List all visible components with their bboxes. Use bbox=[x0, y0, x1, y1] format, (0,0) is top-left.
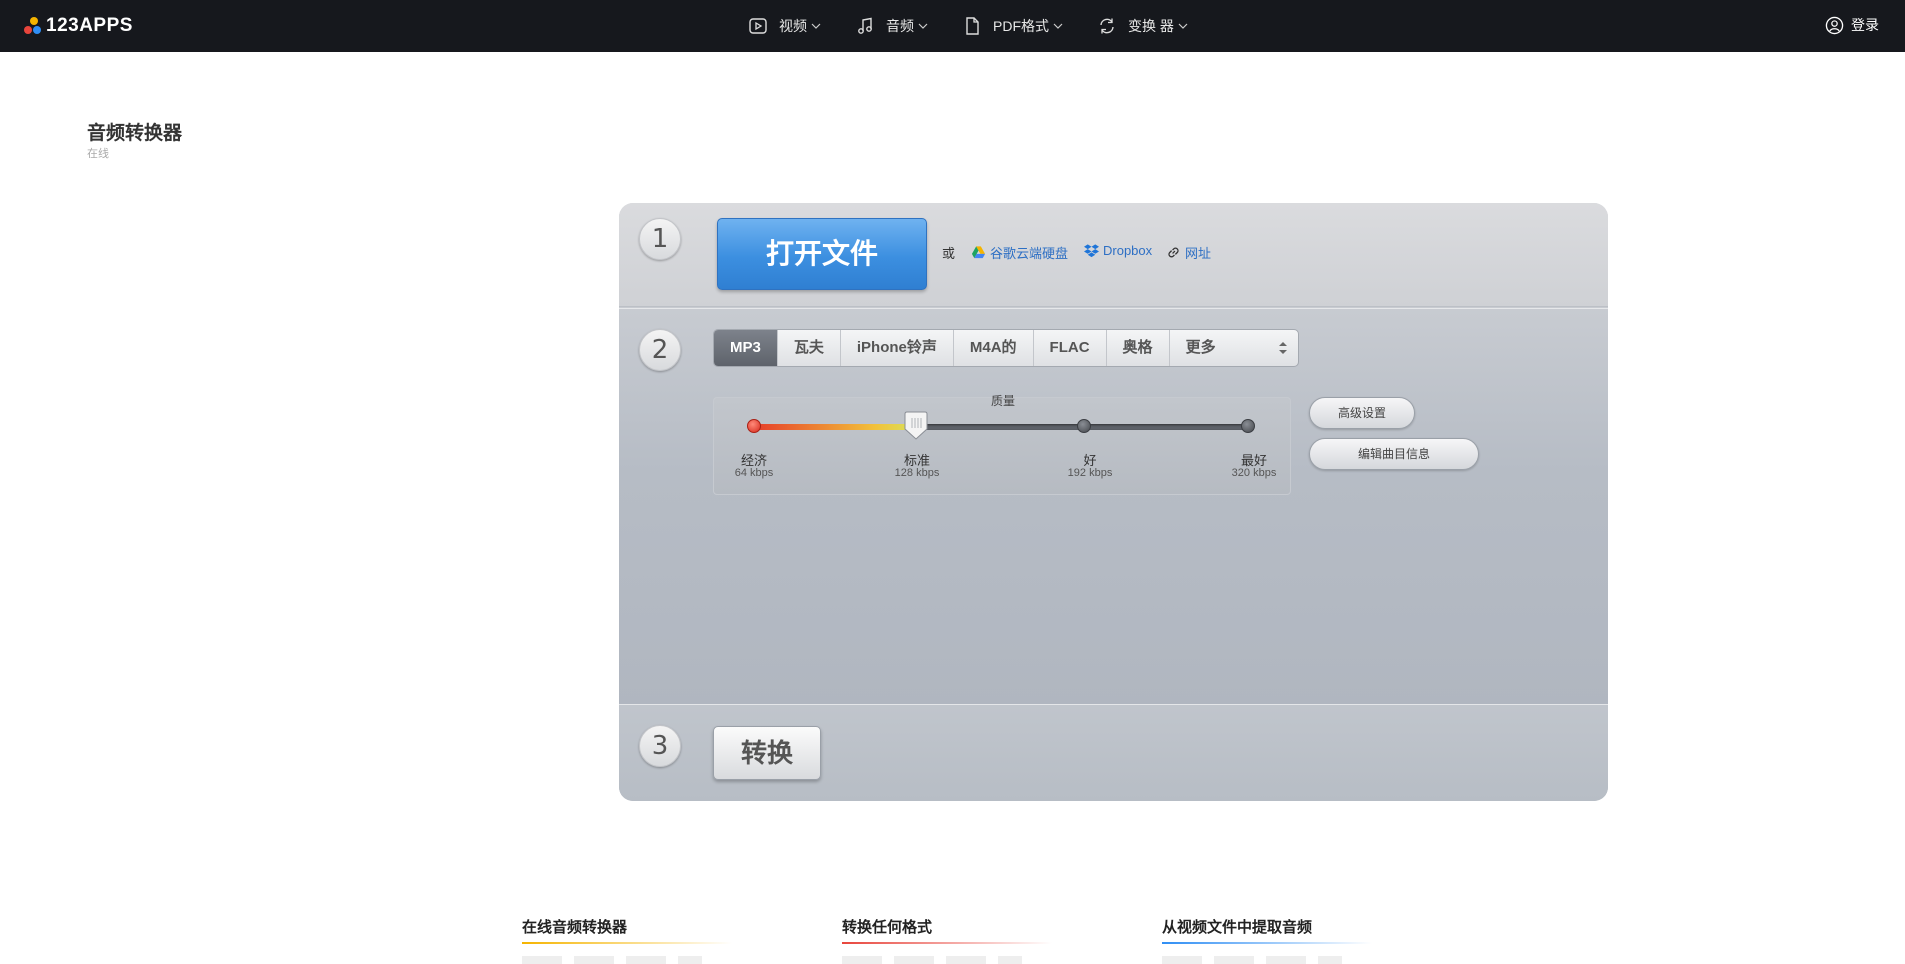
google-drive-icon bbox=[971, 246, 986, 259]
quality-slider-handle[interactable] bbox=[903, 411, 929, 441]
logo[interactable]: 123APPS bbox=[24, 14, 133, 38]
nav-item-converter[interactable]: 变换 器 bbox=[1097, 16, 1188, 36]
top-nav-bar: 123APPS 视频 音频 PDF格式 变换 器 登录 bbox=[0, 0, 1905, 52]
step-number: 2 bbox=[639, 329, 681, 371]
quality-slider-fill bbox=[752, 424, 916, 430]
music-icon bbox=[858, 17, 872, 34]
feature-title-any-format: 转换任何格式 bbox=[842, 919, 933, 936]
step-number: 3 bbox=[639, 725, 681, 767]
file-icon bbox=[966, 17, 979, 35]
dropbox-label: Dropbox bbox=[1103, 243, 1153, 258]
tab-mp3[interactable]: MP3 bbox=[714, 330, 778, 366]
step-1-section: 1 打开文件 或 谷歌云端硬盘 Dropbox 网址 bbox=[619, 203, 1608, 307]
google-drive-link[interactable]: 谷歌云端硬盘 bbox=[971, 243, 1068, 262]
tab-wav[interactable]: 瓦夫 bbox=[778, 330, 841, 366]
format-tabs: MP3 瓦夫 iPhone铃声 M4A的 FLAC 奥格 更多 bbox=[713, 329, 1299, 367]
logo-icon bbox=[24, 17, 42, 35]
nav-item-label: PDF格式 bbox=[993, 18, 1049, 34]
feature-title-online-converter: 在线音频转换器 bbox=[522, 919, 628, 936]
page-title: 音频转换器 bbox=[87, 123, 183, 144]
quality-stop-best[interactable] bbox=[1241, 419, 1255, 433]
page-subtitle: 在线 bbox=[87, 148, 109, 160]
login-button[interactable]: 登录 bbox=[1825, 15, 1879, 35]
convert-button[interactable]: 转换 bbox=[713, 726, 821, 780]
quality-rate-best: 320 kbps bbox=[1231, 467, 1277, 479]
google-drive-label: 谷歌云端硬盘 bbox=[990, 246, 1069, 261]
link-icon bbox=[1168, 247, 1179, 258]
nav-item-label: 变换 器 bbox=[1128, 18, 1174, 34]
tab-more-label: 更多 bbox=[1185, 339, 1216, 356]
chevron-down-icon bbox=[1053, 23, 1063, 29]
video-icon bbox=[749, 18, 767, 34]
quality-rate-economy: 64 kbps bbox=[734, 467, 774, 479]
nav-item-label: 视频 bbox=[779, 18, 807, 34]
quality-rate-good: 192 kbps bbox=[1067, 467, 1113, 479]
quality-slider-box: 质量 经济 64 kbps 标准 128 kbps 好 192 kbps 最好 … bbox=[713, 394, 1291, 495]
tab-m4a[interactable]: M4A的 bbox=[954, 330, 1034, 366]
dropbox-icon bbox=[1084, 244, 1099, 258]
nav-item-audio[interactable]: 音频 bbox=[855, 16, 928, 36]
url-link[interactable]: 网址 bbox=[1166, 243, 1211, 262]
feature-underline bbox=[842, 942, 1052, 944]
or-label: 或 bbox=[942, 246, 956, 261]
url-label: 网址 bbox=[1185, 246, 1212, 261]
quality-stop-economy[interactable] bbox=[747, 419, 761, 433]
user-icon bbox=[1825, 16, 1844, 34]
feature-underline bbox=[1162, 942, 1372, 944]
updown-arrows-icon bbox=[1278, 342, 1287, 354]
converter-panel: 1 打开文件 或 谷歌云端硬盘 Dropbox 网址 2 MP3 瓦夫 iPho… bbox=[619, 203, 1608, 801]
tab-more-dropdown[interactable]: 更多 bbox=[1170, 330, 1298, 366]
refresh-icon bbox=[1100, 18, 1114, 34]
quality-stop-good[interactable] bbox=[1077, 419, 1091, 433]
main-nav: 视频 音频 PDF格式 变换 器 bbox=[748, 0, 1222, 52]
chevron-down-icon bbox=[811, 23, 821, 29]
nav-item-label: 音频 bbox=[886, 18, 914, 34]
advanced-settings-button[interactable]: 高级设置 bbox=[1309, 397, 1415, 429]
feature-text-cutoff bbox=[522, 956, 702, 964]
feature-text-cutoff bbox=[842, 956, 1022, 964]
edit-track-info-button[interactable]: 编辑曲目信息 bbox=[1309, 438, 1479, 470]
logo-text: 123APPS bbox=[46, 15, 133, 36]
step-3-section: 3 转换 bbox=[619, 704, 1608, 801]
feature-text-cutoff bbox=[1162, 956, 1342, 964]
nav-item-video[interactable]: 视频 bbox=[748, 16, 821, 36]
login-label: 登录 bbox=[1851, 17, 1879, 33]
dropbox-link[interactable]: Dropbox bbox=[1084, 243, 1152, 258]
chevron-down-icon bbox=[918, 23, 928, 29]
feature-title-extract-audio: 从视频文件中提取音频 bbox=[1162, 919, 1313, 936]
tab-flac[interactable]: FLAC bbox=[1034, 330, 1107, 366]
step-2-section: 2 MP3 瓦夫 iPhone铃声 M4A的 FLAC 奥格 更多 质量 经济 … bbox=[619, 308, 1608, 708]
feature-underline bbox=[522, 942, 732, 944]
tab-ogg[interactable]: 奥格 bbox=[1107, 330, 1170, 366]
quality-label: 质量 bbox=[990, 394, 1015, 408]
step-number: 1 bbox=[639, 218, 681, 260]
tab-iphone-ringtone[interactable]: iPhone铃声 bbox=[841, 330, 954, 366]
open-file-button[interactable]: 打开文件 bbox=[717, 218, 927, 290]
quality-slider-track[interactable] bbox=[752, 424, 1246, 430]
quality-rate-standard: 128 kbps bbox=[894, 467, 940, 479]
chevron-down-icon bbox=[1178, 23, 1188, 29]
nav-item-pdf[interactable]: PDF格式 bbox=[962, 16, 1063, 36]
